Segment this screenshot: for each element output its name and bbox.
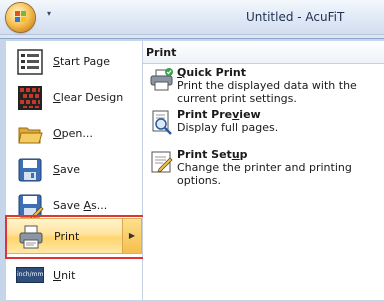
quick-print-icon [150, 68, 173, 91]
submenu-item-title: Quick Print [177, 66, 246, 79]
start-page-icon [17, 49, 43, 75]
open-folder-icon [18, 127, 43, 144]
submenu-item-quick-print[interactable]: Quick Print Print the displayed data wit… [143, 66, 384, 108]
menu-item-label: Save As... [53, 199, 108, 212]
office-logo-icon [15, 11, 26, 22]
quick-access-dropdown-icon[interactable]: ▾ [47, 9, 51, 18]
menu-item-unit[interactable]: inch/mm Unit [6, 258, 142, 294]
menu-item-label: Start Page [53, 55, 110, 68]
office-button[interactable] [6, 3, 35, 32]
print-submenu-panel: Print Quick Print Print the displayed da… [143, 41, 384, 300]
menu-item-save[interactable]: Save [6, 152, 142, 188]
submenu-item-description: Print the displayed data with the curren… [177, 79, 357, 105]
window-title: Untitled - AcuFiT [246, 10, 345, 24]
submenu-item-description: Change the printer and printing options. [177, 161, 352, 187]
title-bar: ▾ Untitled - AcuFiT [0, 0, 384, 35]
save-as-icon [18, 194, 44, 220]
menu-item-open[interactable]: Open... [6, 116, 142, 152]
submenu-item-title: Print Setup [177, 148, 248, 161]
print-preview-icon [152, 110, 172, 135]
save-icon [18, 158, 42, 182]
submenu-header: Print [143, 41, 384, 64]
menu-item-label: Unit [53, 269, 76, 282]
menu-item-print[interactable]: Print ▶ [6, 218, 142, 254]
menu-item-clear-design[interactable]: Clear Design [6, 80, 142, 116]
menu-item-label: Clear Design [53, 91, 124, 104]
clear-design-icon [18, 86, 42, 110]
menu-item-label: Print [54, 230, 80, 243]
submenu-item-description: Display full pages. [177, 121, 279, 134]
submenu-item-print-preview[interactable]: Print Preview Display full pages. [143, 108, 384, 144]
submenu-arrow-icon[interactable]: ▶ [122, 219, 141, 253]
submenu-item-title: Print Preview [177, 108, 261, 121]
menu-commands-list: Start Page Clear Design Open... Save Sav… [6, 41, 143, 300]
submenu-item-print-setup[interactable]: Print Setup Change the printer and print… [143, 148, 384, 187]
unit-icon: inch/mm [16, 267, 44, 283]
printer-icon [19, 225, 43, 249]
menu-item-label: Open... [53, 127, 93, 140]
print-setup-icon [151, 151, 173, 173]
menu-item-label: Save [53, 163, 81, 176]
menu-item-start-page[interactable]: Start Page [6, 44, 142, 80]
